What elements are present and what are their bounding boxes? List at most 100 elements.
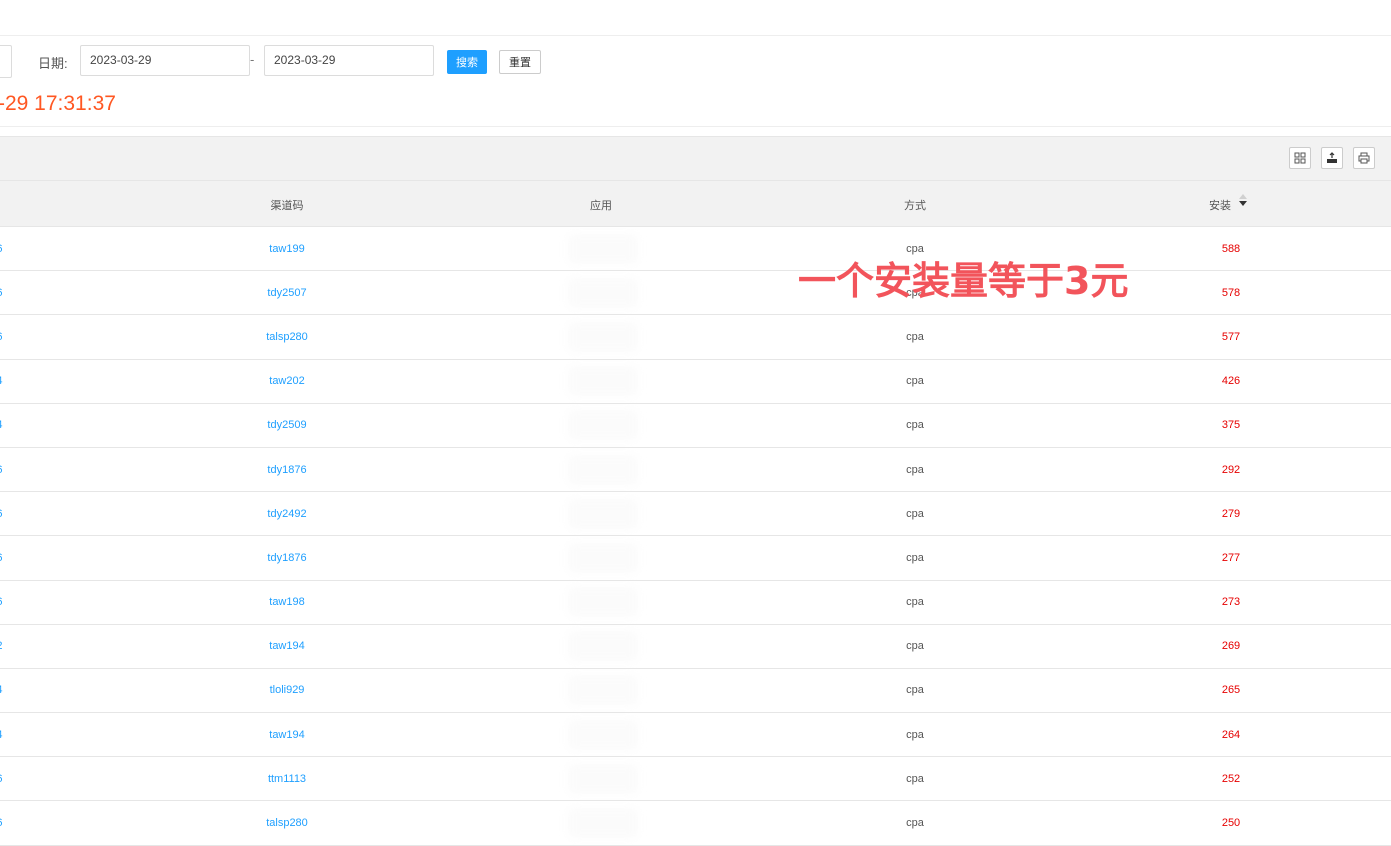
- table-row: 6 ttm1113 cpa 252: [0, 757, 1391, 802]
- row-edge-cell[interactable]: 6: [0, 464, 2, 476]
- app-cell-redacted: [568, 454, 638, 485]
- date-range-separator: -: [250, 52, 255, 67]
- table-row: 4 taw202 cpa 426: [0, 360, 1391, 404]
- row-edge-cell[interactable]: 4: [0, 729, 2, 741]
- app-cell-redacted: [568, 631, 638, 662]
- search-button[interactable]: 搜索: [447, 50, 487, 74]
- app-cell-redacted: [568, 233, 638, 264]
- channel-code-link[interactable]: taw202: [269, 375, 304, 387]
- app-cell-redacted: [568, 366, 638, 397]
- export-icon[interactable]: [1321, 147, 1343, 169]
- installs-cell: 273: [1221, 596, 1241, 609]
- app-cell-redacted: [568, 277, 638, 308]
- update-timestamp: -29 17:31:37: [0, 92, 116, 115]
- installs-cell: 588: [1221, 242, 1241, 255]
- table-row: 6 tdy1876 cpa 292: [0, 448, 1391, 493]
- app-cell-redacted: [568, 587, 638, 618]
- row-edge-cell[interactable]: 4: [0, 375, 2, 387]
- divider: [0, 126, 1391, 127]
- table-row: 6tdy2507cpa578: [0, 271, 1391, 316]
- sort-desc-icon[interactable]: [1239, 194, 1247, 206]
- app-cell-redacted: [568, 321, 638, 352]
- method-cell: cpa: [906, 817, 924, 830]
- column-header-app[interactable]: 应用: [590, 197, 612, 213]
- channel-code-link[interactable]: taw198: [269, 596, 304, 608]
- channel-code-link[interactable]: ttm1113: [268, 773, 306, 785]
- channel-code-link[interactable]: taw199: [269, 243, 304, 255]
- app-cell-redacted: [568, 808, 638, 839]
- table-row: 6 tdy2492 cpa 279: [0, 492, 1391, 537]
- row-edge-cell[interactable]: 6: [0, 773, 2, 785]
- row-edge-cell[interactable]: 6: [0, 508, 2, 520]
- row-edge-cell[interactable]: 4: [0, 419, 2, 431]
- installs-cell: 269: [1221, 640, 1241, 653]
- row-edge-cell[interactable]: 6: [0, 287, 2, 299]
- app-cell-redacted: [568, 675, 638, 706]
- column-header-channel-code[interactable]: 渠道码: [271, 197, 304, 213]
- date-label: 日期:: [38, 56, 68, 71]
- table-row: 6 taw198 cpa 273: [0, 581, 1391, 625]
- channel-code-link[interactable]: tdy2492: [267, 508, 306, 520]
- installs-cell: 426: [1221, 375, 1241, 388]
- app-cell-redacted: [568, 542, 638, 573]
- table-row: 4 tdy2509 cpa 375: [0, 404, 1391, 448]
- table-row: 6taw199cpa588: [0, 227, 1391, 272]
- row-edge-cell[interactable]: 6: [0, 331, 2, 343]
- method-cell: cpa: [906, 728, 924, 741]
- channel-code-link[interactable]: talsp280: [266, 817, 308, 829]
- installs-cell: 250: [1221, 817, 1241, 830]
- method-cell: cpa: [906, 507, 924, 520]
- channel-code-link[interactable]: taw194: [269, 640, 304, 652]
- table-toolbar: [0, 136, 1391, 181]
- installs-cell: 264: [1221, 728, 1241, 741]
- channel-code-link[interactable]: tdy2507: [267, 287, 306, 299]
- installs-cell: 578: [1221, 286, 1241, 299]
- reset-button[interactable]: 重置: [499, 50, 541, 74]
- installs-cell: 375: [1221, 419, 1241, 432]
- installs-cell: 277: [1221, 551, 1241, 564]
- column-header-method[interactable]: 方式: [904, 197, 926, 213]
- row-edge-cell[interactable]: 6: [0, 596, 2, 608]
- table-row: 4 taw194 cpa 264: [0, 713, 1391, 758]
- channel-code-link[interactable]: tdy1876: [267, 464, 306, 476]
- channel-code-link[interactable]: tdy2509: [267, 419, 306, 431]
- top-bar: [0, 0, 1391, 36]
- annotation-text: 一个安装量等于3元: [798, 259, 1129, 303]
- channel-code-link[interactable]: tdy1876: [267, 552, 306, 564]
- columns-icon[interactable]: [1289, 147, 1311, 169]
- installs-header-label: 安装: [1209, 200, 1231, 212]
- channel-code-link[interactable]: talsp280: [266, 331, 308, 343]
- table-row: 4 tloli929 cpa 265: [0, 669, 1391, 714]
- start-date-input[interactable]: 2023-03-29: [80, 45, 250, 76]
- table-header: 渠道码 应用 方式 安装: [0, 181, 1391, 227]
- method-cell: cpa: [906, 772, 924, 785]
- row-edge-cell[interactable]: 2: [0, 640, 2, 652]
- app-cell-redacted: [568, 719, 638, 750]
- installs-cell: 577: [1221, 330, 1241, 343]
- method-cell: cpa: [906, 463, 924, 476]
- method-cell: cpa: [906, 375, 924, 388]
- row-edge-cell[interactable]: 4: [0, 684, 2, 696]
- method-cell: cpa: [906, 330, 924, 343]
- app-cell-redacted: [568, 763, 638, 794]
- row-edge-cell[interactable]: 6: [0, 243, 2, 255]
- table-body: 6 taw199 cpa 588 6 tdy2507 cpa 578 6 talsp280 cpa 5…: [0, 227, 1391, 846]
- end-date-input[interactable]: 2023-03-29: [264, 45, 434, 76]
- print-icon[interactable]: [1353, 147, 1375, 169]
- channel-code-link[interactable]: tloli929: [270, 684, 305, 696]
- row-edge-cell[interactable]: 6: [0, 817, 2, 829]
- method-cell: cpa: [906, 596, 924, 609]
- column-header-installs[interactable]: 安装: [1209, 194, 1247, 213]
- method-cell: cpa: [906, 551, 924, 564]
- table-row: 6 tdy1876 cpa 277: [0, 536, 1391, 581]
- row-edge-cell[interactable]: 6: [0, 552, 2, 564]
- channel-code-link[interactable]: taw194: [269, 729, 304, 741]
- installs-cell: 252: [1221, 772, 1241, 785]
- table-row: 6 talsp280 cpa 577: [0, 315, 1391, 360]
- method-cell: cpa: [906, 640, 924, 653]
- installs-cell: 279: [1221, 507, 1241, 520]
- method-cell: cpa: [906, 419, 924, 432]
- installs-cell: 292: [1221, 463, 1241, 476]
- table-row: 2 taw194 cpa 269: [0, 625, 1391, 669]
- filter-input-cut[interactable]: [0, 45, 12, 78]
